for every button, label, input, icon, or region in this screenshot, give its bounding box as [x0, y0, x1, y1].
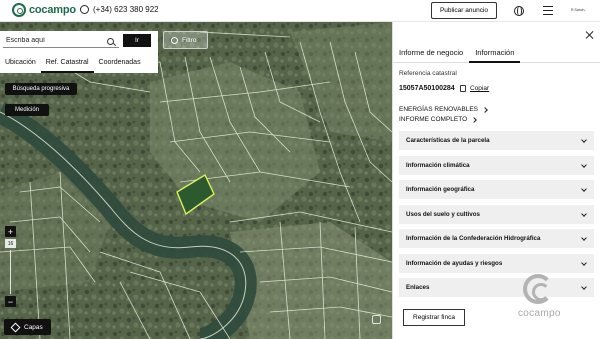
chevron-right-icon [471, 116, 477, 123]
full-report-label: INFORME COMPLETO [399, 116, 468, 123]
accordion-geographic[interactable]: Información geográfica [399, 180, 594, 199]
search-input[interactable] [3, 34, 119, 48]
chevron-down-icon [581, 210, 587, 217]
tab-information[interactable]: Información [469, 43, 521, 63]
phone-number: (+34) 623 380 922 [93, 5, 159, 14]
whatsapp-icon [80, 5, 89, 14]
chevron-down-icon [581, 136, 587, 143]
watermark-text: cocampo [518, 308, 561, 319]
layers-button[interactable]: Capas [4, 319, 51, 335]
accordion-aid-risks[interactable]: Información de ayudas y riesgos [399, 254, 594, 273]
accordion-label: Características de la parcela [406, 137, 490, 144]
zoom-level-label: 16 [5, 239, 16, 248]
copy-icon[interactable] [460, 85, 466, 92]
close-icon[interactable] [586, 31, 594, 39]
search-tabs: Ubicación Ref. Catastral Coordenadas [0, 55, 158, 73]
cocampo-watermark: cocampo [511, 274, 567, 324]
publish-ad-button[interactable]: Publicar anuncio [431, 2, 497, 19]
measure-button[interactable]: Medición [5, 104, 49, 116]
tab-coordenadas[interactable]: Coordenadas [94, 55, 146, 73]
accordion-label: Enlaces [406, 284, 430, 291]
accordion-climate[interactable]: Información climática [399, 156, 594, 175]
accordion-parcel-features[interactable]: Características de la parcela [399, 131, 594, 150]
chevron-right-icon [482, 106, 488, 113]
chevron-down-icon [581, 283, 587, 290]
logo[interactable]: cocampo [12, 3, 76, 17]
layers-icon [10, 322, 21, 332]
panel-tabs: Informe de negocio Información [393, 43, 600, 63]
tab-business-report[interactable]: Informe de negocio [393, 43, 469, 63]
go-button[interactable]: Ir [123, 34, 151, 47]
search-panel: Ir Ubicación Ref. Catastral Coordenadas [0, 31, 158, 73]
renewable-energy-label: ENERGÍAS RENOVABLES [399, 106, 478, 113]
search-icon[interactable] [107, 37, 114, 45]
cocampo-logo-icon [12, 3, 26, 17]
filter-button[interactable]: Filtro [163, 31, 208, 49]
accordion-label: Información de la Confederación Hidrográ… [406, 235, 541, 242]
cadastral-value: 15057A50100284 [399, 85, 455, 92]
progressive-search-button[interactable]: Búsqueda progresiva [5, 83, 77, 95]
accordion-land-use[interactable]: Usos del suelo y cultivos [399, 205, 594, 224]
chevron-down-icon [581, 161, 587, 168]
zoom-out-button[interactable]: − [5, 296, 16, 307]
accordion-label: Información climática [406, 162, 470, 169]
filter-label: Filtro [182, 36, 197, 44]
globe-icon[interactable] [514, 6, 524, 16]
tab-ubicacion[interactable]: Ubicación [0, 55, 41, 73]
cadastral-label: Referencia catastral [399, 70, 457, 77]
layers-label: Capas [24, 323, 43, 331]
accordion-label: Información geográfica [406, 186, 475, 193]
chevron-down-icon [581, 185, 587, 192]
map-attribution-icon[interactable] [372, 315, 381, 324]
accordion-label: Información de ayudas y riesgos [406, 260, 503, 267]
full-report-link[interactable]: INFORME COMPLETO [399, 116, 477, 123]
chevron-down-icon [581, 234, 587, 241]
cocampo-logo-icon [523, 274, 553, 304]
user-menu[interactable]: R.Sanch.. [571, 8, 586, 12]
copy-link[interactable]: Copiar [470, 85, 489, 92]
phone-contact[interactable]: (+34) 623 380 922 [80, 5, 159, 14]
accordion-label: Usos del suelo y cultivos [406, 211, 480, 218]
tab-ref-catastral[interactable]: Ref. Catastral [40, 55, 94, 73]
register-property-button[interactable]: Registrar finca [403, 309, 465, 326]
info-panel: Informe de negocio Información Referenci… [392, 22, 600, 339]
zoom-control: + 16 − [5, 226, 16, 307]
filter-icon [171, 36, 178, 44]
hamburger-menu-icon[interactable] [543, 6, 553, 15]
chevron-down-icon [581, 259, 587, 266]
zoom-in-button[interactable]: + [5, 226, 16, 237]
top-bar: cocampo (+34) 623 380 922 Publicar anunc… [0, 0, 600, 22]
logo-text: cocampo [29, 4, 76, 16]
accordion-hydrographic[interactable]: Información de la Confederación Hidrográ… [399, 229, 594, 248]
zoom-slider[interactable] [10, 250, 11, 294]
renewable-energy-link[interactable]: ENERGÍAS RENOVABLES [399, 106, 488, 113]
